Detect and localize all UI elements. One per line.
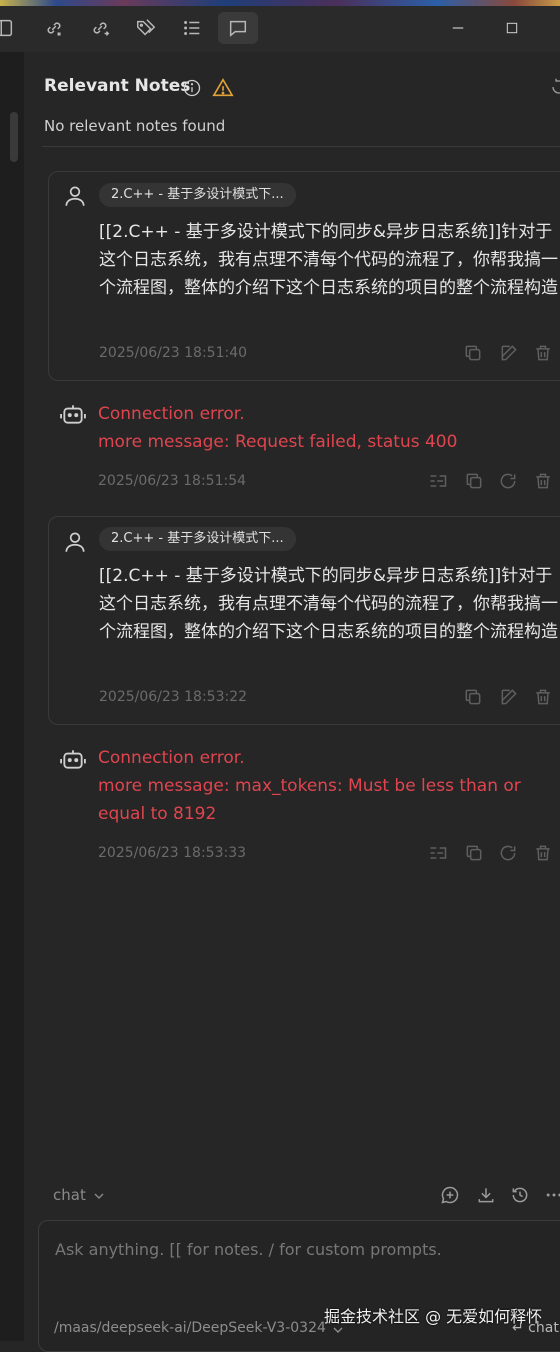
info-icon[interactable] xyxy=(182,78,202,98)
note-reference-pill[interactable]: 2.C++ - 基于多设计模式下... xyxy=(99,183,296,207)
copy-icon[interactable] xyxy=(463,343,483,363)
message-timestamp: 2025/06/23 18:51:54 xyxy=(98,473,247,489)
warning-icon[interactable] xyxy=(212,77,234,99)
message-timestamp: 2025/06/23 18:53:33 xyxy=(98,845,247,861)
toolbar xyxy=(0,6,560,52)
message-timestamp: 2025/06/23 18:51:40 xyxy=(99,345,248,361)
regenerate-icon[interactable] xyxy=(498,471,518,491)
delete-icon[interactable] xyxy=(533,843,553,863)
more-icon[interactable] xyxy=(544,1185,560,1205)
error-detail: more message: Request failed, status 400 xyxy=(98,432,458,452)
edit-icon[interactable] xyxy=(499,343,519,363)
user-icon xyxy=(62,529,88,555)
user-icon xyxy=(62,183,88,209)
copilot-chat-panel: Relevant Notes No relevant notes found 2… xyxy=(24,52,560,1352)
chevron-down-icon[interactable] xyxy=(91,1188,107,1204)
maximize-icon[interactable] xyxy=(494,12,530,44)
edit-icon[interactable] xyxy=(499,687,519,707)
outgoing-link-icon[interactable] xyxy=(80,12,120,44)
refresh-icon[interactable] xyxy=(550,78,560,96)
delete-icon[interactable] xyxy=(533,471,553,491)
minimize-icon[interactable] xyxy=(440,12,476,44)
new-chat-icon[interactable] xyxy=(440,1185,460,1205)
chat-input[interactable] xyxy=(53,1239,557,1260)
regenerate-icon[interactable] xyxy=(498,843,518,863)
copy-icon[interactable] xyxy=(463,687,483,707)
left-sidebar-strip xyxy=(0,52,24,1341)
delete-icon[interactable] xyxy=(533,343,553,363)
delete-icon[interactable] xyxy=(533,687,553,707)
note-reference-pill[interactable]: 2.C++ - 基于多设计模式下... xyxy=(99,527,296,551)
message-timestamp: 2025/06/23 18:53:22 xyxy=(99,689,248,705)
divider xyxy=(42,146,560,147)
error-message: Connection error. more message: Request … xyxy=(98,400,558,456)
error-title: Connection error. xyxy=(98,404,245,424)
backlink-icon[interactable] xyxy=(34,12,74,44)
chat-tab-icon[interactable] xyxy=(218,12,258,44)
tags-icon[interactable] xyxy=(126,12,166,44)
watermark: 掘金技术社区 @ 无爱如何释怀 xyxy=(324,1307,543,1326)
user-message: 2.C++ - 基于多设计模式下... [[2.C++ - 基于多设计模式下的同… xyxy=(48,516,560,725)
relevant-notes-title: Relevant Notes xyxy=(44,76,191,96)
relevant-notes-empty: No relevant notes found xyxy=(44,117,226,135)
bot-icon xyxy=(60,746,86,772)
file-icon[interactable] xyxy=(0,12,24,44)
error-title: Connection error. xyxy=(98,748,245,768)
download-icon[interactable] xyxy=(476,1185,496,1205)
history-icon[interactable] xyxy=(510,1185,530,1205)
error-detail: more message: max_tokens: Must be less t… xyxy=(98,776,521,824)
message-text: [[2.C++ - 基于多设计模式下的同步&异步日志系统]]针对于这个日志系统，… xyxy=(99,222,558,298)
insert-to-note-icon[interactable] xyxy=(428,471,448,491)
error-message: Connection error. more message: max_toke… xyxy=(98,744,558,828)
copy-icon[interactable] xyxy=(464,843,484,863)
insert-to-note-icon[interactable] xyxy=(428,843,448,863)
model-selector[interactable]: /maas/deepseek-ai/DeepSeek-V3-0324 xyxy=(54,1320,326,1336)
outline-icon[interactable] xyxy=(172,12,212,44)
bot-icon xyxy=(60,401,86,427)
user-message: 2.C++ - 基于多设计模式下... [[2.C++ - 基于多设计模式下的同… xyxy=(48,171,560,381)
scrollbar-thumb[interactable] xyxy=(10,112,18,162)
message-text: [[2.C++ - 基于多设计模式下的同步&异步日志系统]]针对于这个日志系统，… xyxy=(99,566,558,642)
send-button[interactable]: ↵ chat xyxy=(512,1320,559,1336)
copy-icon[interactable] xyxy=(464,471,484,491)
mode-selector[interactable]: chat xyxy=(53,1186,86,1204)
